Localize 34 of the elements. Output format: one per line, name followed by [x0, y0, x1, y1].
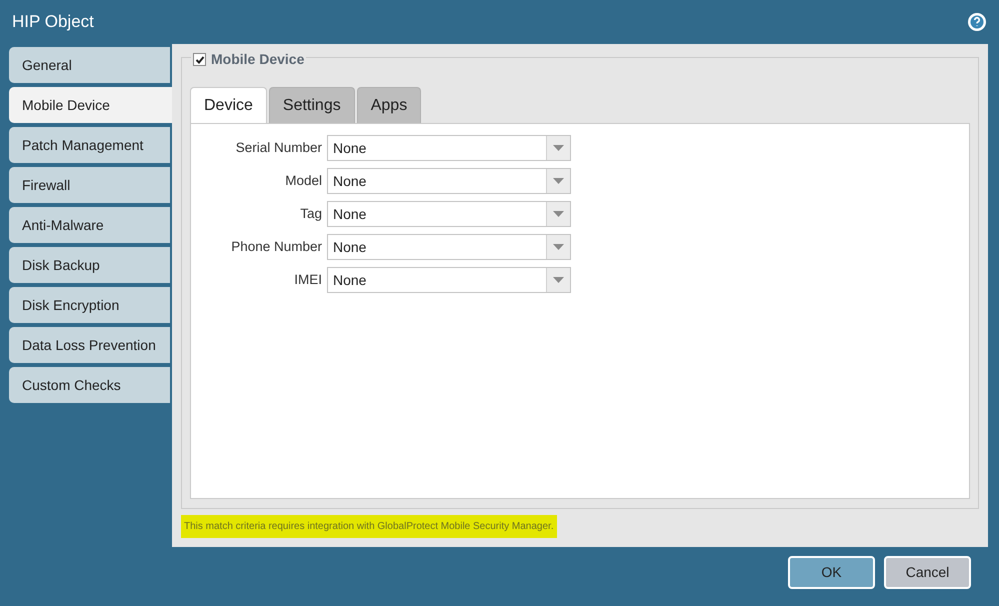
primary-button[interactable]: OK	[788, 556, 875, 589]
caret-icon	[553, 145, 564, 151]
field-label: Tag	[299, 204, 323, 223]
caret-icon	[553, 211, 564, 217]
sidebar-item[interactable]: Custom Checks	[9, 367, 170, 403]
field-label: Phone Number	[230, 238, 323, 256]
sidebar-item[interactable]: General	[9, 47, 170, 83]
field-label: Serial Number	[234, 138, 323, 157]
sidebar-item[interactable]: Patch Management	[9, 127, 170, 163]
sidebar-item[interactable]: Firewall	[9, 167, 170, 203]
field-label: IMEI	[293, 270, 323, 289]
dropdown[interactable]: None	[327, 168, 571, 194]
window-title: HIP Object	[12, 11, 94, 34]
dropdown[interactable]: None	[327, 234, 571, 260]
tab[interactable]: Apps	[356, 87, 422, 123]
secondary-button[interactable]: Cancel	[884, 556, 971, 589]
field-label: Model	[284, 172, 323, 190]
dropdown[interactable]: None	[327, 267, 571, 293]
dropdown[interactable]: None	[327, 135, 571, 161]
tab[interactable]: Device	[190, 87, 267, 123]
dropdown[interactable]: None	[327, 201, 571, 227]
caret-icon	[553, 277, 564, 283]
info-note: This match criteria requires integration with GlobalProtect Mobile Security Manager.	[181, 515, 557, 538]
sidebar-item[interactable]: Mobile Device	[9, 87, 172, 123]
tab[interactable]: Settings	[268, 87, 355, 123]
section-label: Mobile Device	[211, 50, 304, 69]
sidebar-item[interactable]: Disk Encryption	[9, 287, 170, 323]
help-icon[interactable]	[967, 12, 987, 32]
sidebar-item[interactable]: Anti-Malware	[9, 207, 170, 243]
caret-icon	[553, 244, 564, 250]
sidebar-item[interactable]: Data Loss Prevention	[9, 327, 170, 363]
caret-icon	[553, 178, 564, 184]
sidebar-item[interactable]: Disk Backup	[9, 247, 170, 283]
checkbox[interactable]	[193, 53, 206, 66]
